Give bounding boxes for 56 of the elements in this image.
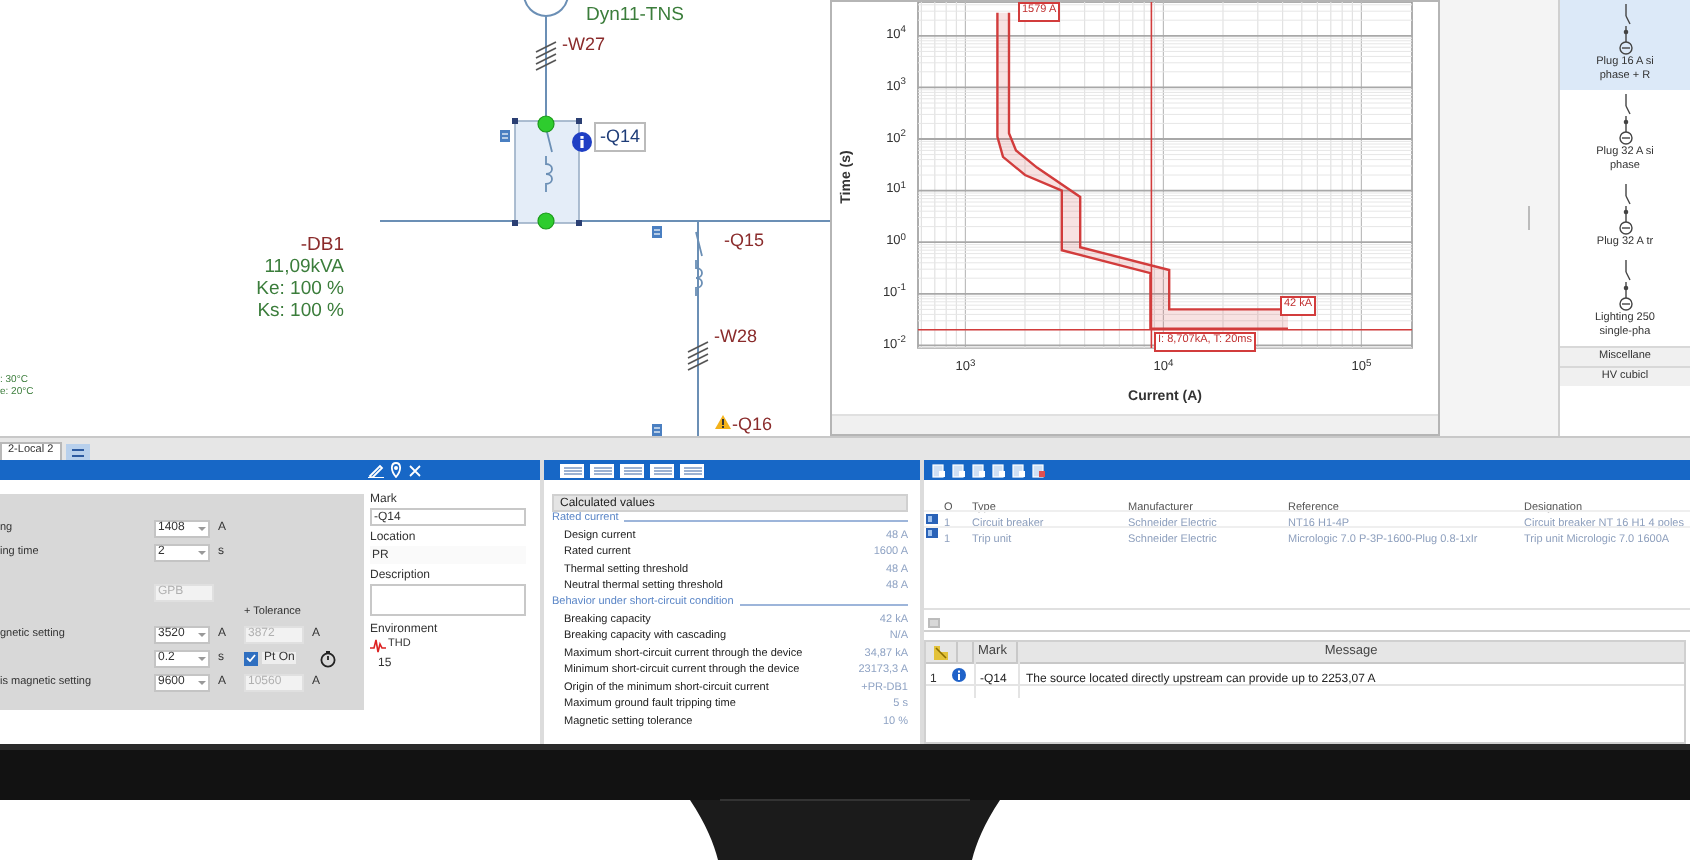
cable-symbol[interactable]	[687, 341, 709, 371]
busbar-line[interactable]	[379, 220, 830, 222]
transformer-symbol[interactable]	[523, 0, 569, 17]
plug-symbol-icon	[1618, 94, 1632, 145]
device-label[interactable]: -Q16	[732, 416, 773, 434]
device-label[interactable]: -Q14	[594, 122, 647, 152]
document-icon[interactable]	[652, 226, 662, 238]
circuit-breaker-symbol[interactable]	[695, 231, 703, 297]
warning-icon	[714, 414, 732, 430]
info-icon	[951, 667, 965, 681]
switchboard-value: Ke: 100 %	[256, 278, 344, 300]
transformer-label: Dyn11-TNS	[586, 6, 684, 25]
close-icon[interactable]	[408, 463, 422, 477]
equipment-icon	[926, 513, 938, 524]
cable-label: -W28	[714, 328, 758, 346]
toolbar-button[interactable]	[620, 463, 644, 477]
connection-point[interactable]	[537, 115, 555, 133]
plug-symbol-icon	[1618, 4, 1632, 55]
table-icon	[683, 466, 701, 474]
toolbar-button[interactable]	[680, 463, 704, 477]
tab-scroll-button[interactable]	[65, 444, 90, 460]
table-icon	[653, 466, 671, 474]
switchboard-value: Ks: 100 %	[257, 300, 344, 322]
cable-symbol[interactable]	[535, 41, 557, 71]
caret-icon	[198, 655, 206, 661]
scrollbar-thumb[interactable]	[928, 618, 940, 628]
toolbar-button[interactable]	[650, 463, 674, 477]
info-icon	[572, 132, 592, 152]
document-icon[interactable]	[652, 424, 662, 436]
caret-icon	[198, 525, 206, 531]
plug-symbol-icon	[1618, 260, 1632, 311]
switchboard-label: -DB1	[300, 234, 344, 256]
timer-icon[interactable]	[320, 649, 337, 667]
selection-box[interactable]	[512, 118, 582, 226]
table-icon	[563, 466, 581, 474]
equipment-icon	[926, 528, 938, 539]
table-icon	[623, 466, 641, 474]
caret-icon	[198, 549, 206, 555]
cable-label: -W27	[562, 36, 606, 54]
connection-point[interactable]	[537, 212, 555, 230]
plug-symbol-icon	[1618, 184, 1632, 235]
table-icon	[593, 466, 611, 474]
input-field[interactable]	[370, 584, 526, 616]
tab-list-icon	[71, 448, 84, 456]
edit-icon[interactable]	[368, 462, 384, 478]
caret-icon	[198, 631, 206, 637]
checkbox[interactable]	[244, 651, 258, 665]
waveform-icon	[370, 638, 386, 654]
location-pin-icon[interactable]	[390, 462, 402, 478]
toolbar-button[interactable]	[560, 463, 584, 477]
document-icon[interactable]	[500, 130, 510, 142]
toolbar-button[interactable]	[590, 463, 614, 477]
caret-icon	[198, 679, 206, 685]
switchboard-value: 11,09kVA	[264, 256, 344, 278]
device-label[interactable]: -Q15	[724, 232, 765, 250]
filter-icon[interactable]	[934, 645, 948, 659]
